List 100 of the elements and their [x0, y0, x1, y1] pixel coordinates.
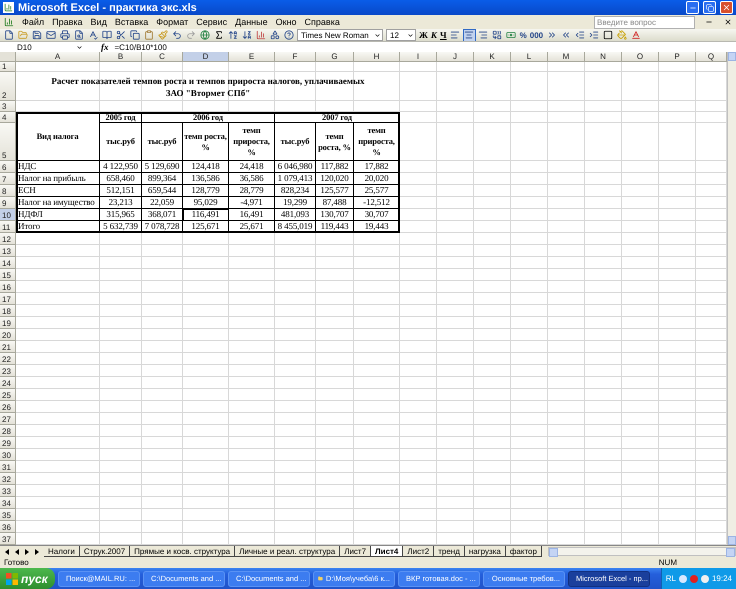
column-header[interactable]: N [585, 52, 622, 62]
menu-item[interactable]: Правка [52, 17, 83, 28]
new-file-button[interactable] [3, 30, 14, 41]
row-header[interactable]: 4 [0, 112, 16, 124]
row-header[interactable]: 37 [0, 533, 16, 546]
sheet-tab[interactable]: Струк.2007 [80, 546, 130, 558]
menu-item[interactable]: Вид [90, 17, 107, 28]
column-header[interactable]: D [183, 52, 229, 62]
sheet-tab[interactable]: Прямые и косв. структура [130, 546, 236, 558]
chart-button[interactable] [255, 30, 266, 41]
menu-item[interactable]: Справка [304, 17, 340, 28]
column-header[interactable]: Q [696, 52, 727, 62]
underline-button[interactable]: Ч [440, 30, 447, 40]
row-header[interactable]: 16 [0, 281, 16, 294]
row-header[interactable]: 3 [0, 101, 16, 112]
menu-item[interactable]: Формат [156, 17, 188, 28]
row-header[interactable]: 5 [0, 123, 16, 162]
font-color-button[interactable] [630, 30, 642, 41]
spelling-button[interactable] [87, 30, 98, 41]
row-header[interactable]: 20 [0, 329, 16, 342]
menu-item[interactable]: Данные [235, 17, 268, 28]
column-header[interactable]: C [142, 52, 183, 62]
row-header[interactable]: 33 [0, 485, 16, 498]
row-header[interactable]: 7 [0, 173, 16, 186]
merge-button[interactable] [492, 30, 503, 41]
font-size-field[interactable]: 12 [386, 29, 416, 42]
save-button[interactable] [31, 30, 42, 41]
help-button[interactable] [283, 30, 294, 41]
sheet-tab[interactable]: фактор [506, 546, 542, 558]
row-header[interactable]: 36 [0, 521, 16, 534]
row-header[interactable]: 10 [0, 209, 16, 222]
column-header[interactable]: E [229, 52, 275, 62]
align-center-button[interactable] [464, 30, 475, 41]
column-header[interactable]: H [354, 52, 400, 62]
restore-button[interactable] [703, 1, 716, 14]
italic-button[interactable]: К [430, 30, 438, 40]
row-header[interactable]: 32 [0, 473, 16, 486]
row-header[interactable]: 31 [0, 461, 16, 474]
name-box[interactable]: D10 [3, 42, 83, 52]
row-header[interactable]: 28 [0, 425, 16, 438]
row-header[interactable]: 26 [0, 401, 16, 414]
row-header[interactable]: 23 [0, 365, 16, 378]
row-header[interactable]: 34 [0, 497, 16, 510]
column-header[interactable]: A [16, 52, 100, 62]
currency-button[interactable] [506, 30, 517, 41]
column-header[interactable]: J [437, 52, 474, 62]
column-header[interactable]: I [400, 52, 437, 62]
sort-ascending-button[interactable] [227, 30, 238, 41]
align-right-button[interactable] [478, 30, 489, 41]
shapes-button[interactable] [269, 30, 280, 41]
row-header[interactable]: 22 [0, 353, 16, 366]
globe-button[interactable] [199, 30, 210, 41]
fill-color-button[interactable] [616, 30, 628, 41]
sum-button[interactable] [213, 30, 224, 41]
column-header[interactable]: L [511, 52, 548, 62]
function-label[interactable]: fx [101, 42, 108, 52]
column-header[interactable]: O [622, 52, 659, 62]
row-header[interactable]: 18 [0, 305, 16, 318]
sheet-tab[interactable]: Налоги [44, 546, 80, 558]
undo-button[interactable] [171, 30, 182, 41]
close-button[interactable] [720, 1, 733, 14]
minimize-button[interactable] [686, 1, 699, 14]
sort-descending-button[interactable] [241, 30, 252, 41]
row-header[interactable]: 25 [0, 389, 16, 402]
sheet-tab[interactable]: Лист2 [403, 546, 434, 558]
number-format-button[interactable]: % [520, 30, 527, 40]
book-button[interactable] [101, 30, 112, 41]
row-header[interactable]: 21 [0, 341, 16, 354]
menu-item[interactable]: Окно [276, 17, 297, 28]
help-search-field[interactable]: Введите вопрос [594, 16, 695, 29]
column-header[interactable]: M [548, 52, 585, 62]
paste-button[interactable] [143, 30, 154, 41]
number-format-button[interactable]: 000 [530, 30, 544, 40]
row-header[interactable]: 6 [0, 161, 16, 174]
column-header[interactable]: B [100, 52, 142, 62]
row-header[interactable]: 17 [0, 293, 16, 306]
printer-button[interactable] [59, 30, 70, 41]
row-header[interactable]: 2 [0, 72, 16, 102]
row-header[interactable]: 35 [0, 509, 16, 522]
row-header[interactable]: 19 [0, 317, 16, 330]
sheet-tab[interactable]: Личные и реал. структура [235, 546, 340, 558]
outdent-button[interactable] [574, 30, 586, 41]
row-header[interactable]: 13 [0, 245, 16, 258]
mail-button[interactable] [45, 30, 56, 41]
sheet-tab[interactable]: Лист4 [371, 546, 404, 558]
row-header[interactable]: 11 [0, 221, 16, 234]
indent-button[interactable] [588, 30, 600, 41]
sheet-tab[interactable]: нагрузка [464, 546, 506, 558]
align-left-button[interactable] [450, 30, 461, 41]
print-preview-button[interactable] [73, 30, 84, 41]
borders-button[interactable] [602, 30, 614, 41]
row-header[interactable]: 8 [0, 185, 16, 198]
menu-item[interactable]: Вставка [114, 17, 148, 28]
formula-field[interactable]: =C10/B10*100 [114, 42, 167, 52]
row-header[interactable]: 1 [0, 62, 16, 72]
column-header[interactable]: F [275, 52, 316, 62]
row-header[interactable]: 12 [0, 233, 16, 246]
menu-item[interactable]: Сервис [196, 17, 228, 28]
horizontal-scrollbar[interactable] [548, 547, 736, 556]
column-header[interactable]: P [659, 52, 696, 62]
